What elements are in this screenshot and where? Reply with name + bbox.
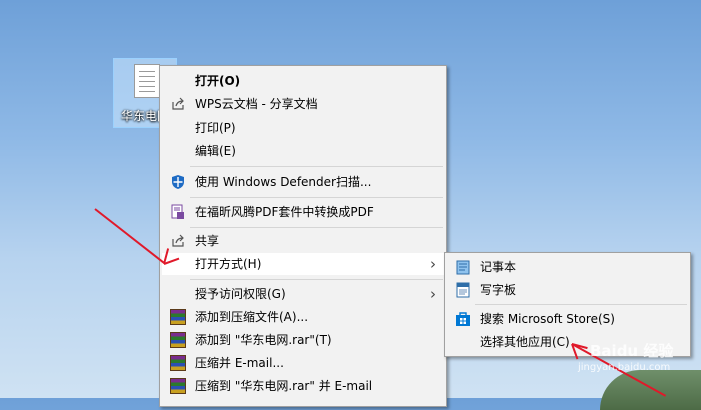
submenu-item-label: 写字板	[480, 283, 517, 297]
menu-separator	[190, 166, 443, 167]
pdf-convert-icon	[171, 204, 184, 219]
menu-item-open[interactable]: 打开(O)	[162, 70, 444, 92]
winrar-icon	[170, 309, 186, 325]
watermark-logo: Baidu 经验	[590, 342, 674, 360]
menu-item-add-to-rar[interactable]: 添加到 "华东电网.rar"(T)	[162, 329, 444, 351]
submenu-item-label: 选择其他应用(C)	[480, 335, 570, 349]
menu-item-label: 添加到压缩文件(A)...	[195, 310, 309, 324]
submenu-item-search-store[interactable]: 搜索 Microsoft Store(S)	[447, 308, 688, 330]
menu-item-wps-share[interactable]: WPS云文档 - 分享文档	[162, 93, 444, 115]
defender-shield-icon	[172, 175, 184, 189]
menu-item-add-to-archive[interactable]: 添加到压缩文件(A)...	[162, 306, 444, 328]
store-icon	[456, 312, 470, 326]
menu-item-share[interactable]: 共享	[162, 230, 444, 252]
submenu-item-wordpad[interactable]: 写字板	[447, 279, 688, 301]
document-icon	[134, 64, 160, 98]
menu-item-label: 添加到 "华东电网.rar"(T)	[195, 333, 332, 347]
menu-item-label: 编辑(E)	[195, 144, 236, 158]
menu-item-defender-scan[interactable]: 使用 Windows Defender扫描...	[162, 171, 444, 193]
menu-item-edit[interactable]: 编辑(E)	[162, 140, 444, 162]
menu-separator	[190, 197, 443, 198]
chevron-right-icon: ›	[430, 255, 436, 273]
menu-item-label: 压缩并 E-mail...	[195, 356, 284, 370]
winrar-icon	[170, 355, 186, 371]
notepad-icon	[456, 260, 470, 275]
submenu-item-label: 记事本	[480, 260, 517, 274]
menu-item-label: 共享	[195, 234, 220, 248]
menu-item-label: 打开方式(H)	[195, 257, 262, 271]
menu-separator	[190, 279, 443, 280]
wordpad-icon	[456, 282, 470, 298]
menu-item-compress-email[interactable]: 压缩并 E-mail...	[162, 352, 444, 374]
menu-separator	[190, 227, 443, 228]
menu-item-print[interactable]: 打印(P)	[162, 117, 444, 139]
winrar-icon	[170, 378, 186, 394]
menu-item-label: 在福昕风腾PDF套件中转换成PDF	[195, 205, 374, 219]
menu-item-convert-pdf[interactable]: 在福昕风腾PDF套件中转换成PDF	[162, 201, 444, 223]
menu-separator	[475, 304, 687, 305]
desktop-landscape	[600, 370, 701, 410]
menu-item-label: 授予访问权限(G)	[195, 287, 286, 301]
submenu-item-notepad[interactable]: 记事本	[447, 256, 688, 278]
share-icon	[172, 234, 184, 247]
menu-item-label: 压缩到 "华东电网.rar" 并 E-mail	[195, 379, 373, 393]
winrar-icon	[170, 332, 186, 348]
submenu-item-label: 搜索 Microsoft Store(S)	[480, 312, 615, 326]
watermark-url: jingyan.baidu.com	[578, 362, 671, 373]
chevron-right-icon: ›	[430, 285, 436, 303]
menu-item-label: 使用 Windows Defender扫描...	[195, 175, 372, 189]
menu-item-open-with[interactable]: 打开方式(H) ›	[162, 253, 444, 275]
menu-item-label: 打开(O)	[195, 74, 241, 88]
context-menu: 打开(O) WPS云文档 - 分享文档 打印(P) 编辑(E) 使用 Windo…	[159, 65, 447, 407]
menu-item-compress-rar-email[interactable]: 压缩到 "华东电网.rar" 并 E-mail	[162, 375, 444, 397]
share-icon	[172, 97, 184, 110]
menu-item-label: 打印(P)	[195, 121, 236, 135]
menu-item-give-access[interactable]: 授予访问权限(G) ›	[162, 283, 444, 305]
menu-item-label: WPS云文档 - 分享文档	[195, 97, 318, 111]
